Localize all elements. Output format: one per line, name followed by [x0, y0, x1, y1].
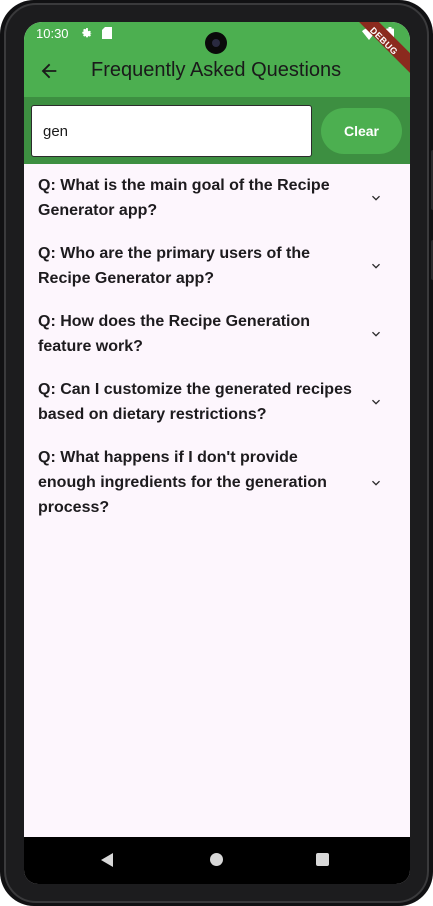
- clear-button[interactable]: Clear: [321, 108, 402, 154]
- search-bar: Clear: [24, 97, 410, 164]
- chevron-down-icon[interactable]: [368, 326, 384, 342]
- phone-frame: 10:30 Frequently Asked Questions DEBUG g…: [0, 0, 433, 906]
- front-camera: [205, 32, 227, 54]
- chevron-down-icon[interactable]: [368, 258, 384, 274]
- system-nav-bar: [24, 837, 410, 884]
- faq-item[interactable]: Q: What is the main goal of the Recipe G…: [24, 164, 410, 232]
- chevron-down-icon[interactable]: [368, 475, 384, 491]
- arrow-left-icon[interactable]: [38, 60, 60, 82]
- faq-question: Q: How does the Recipe Generation featur…: [38, 313, 311, 355]
- gear-icon: [82, 28, 92, 38]
- faq-question: Q: What is the main goal of the Recipe G…: [38, 177, 330, 219]
- faq-item[interactable]: Q: Can I customize the generated recipes…: [24, 368, 410, 436]
- chevron-down-icon[interactable]: [368, 394, 384, 410]
- phone-screen: 10:30 Frequently Asked Questions DEBUG g…: [24, 22, 410, 884]
- search-input[interactable]: [31, 105, 312, 157]
- recents-square-icon[interactable]: [316, 853, 329, 866]
- faq-question: Q: What happens if I don't provide enoug…: [38, 449, 327, 516]
- faq-list: Q: What is the main goal of the Recipe G…: [24, 164, 410, 529]
- home-circle-icon[interactable]: [210, 853, 223, 866]
- faq-question: Q: Can I customize the generated recipes…: [38, 381, 352, 423]
- sd-card-icon: [102, 27, 112, 39]
- back-triangle-icon[interactable]: [101, 853, 115, 867]
- faq-item[interactable]: Q: How does the Recipe Generation featur…: [24, 300, 410, 368]
- faq-question: Q: Who are the primary users of the Reci…: [38, 245, 311, 287]
- page-title: Frequently Asked Questions: [91, 59, 342, 81]
- chevron-down-icon[interactable]: [368, 190, 384, 206]
- faq-item[interactable]: Q: What happens if I don't provide enoug…: [24, 436, 410, 529]
- status-time: 10:30: [36, 26, 69, 41]
- faq-item[interactable]: Q: Who are the primary users of the Reci…: [24, 232, 410, 300]
